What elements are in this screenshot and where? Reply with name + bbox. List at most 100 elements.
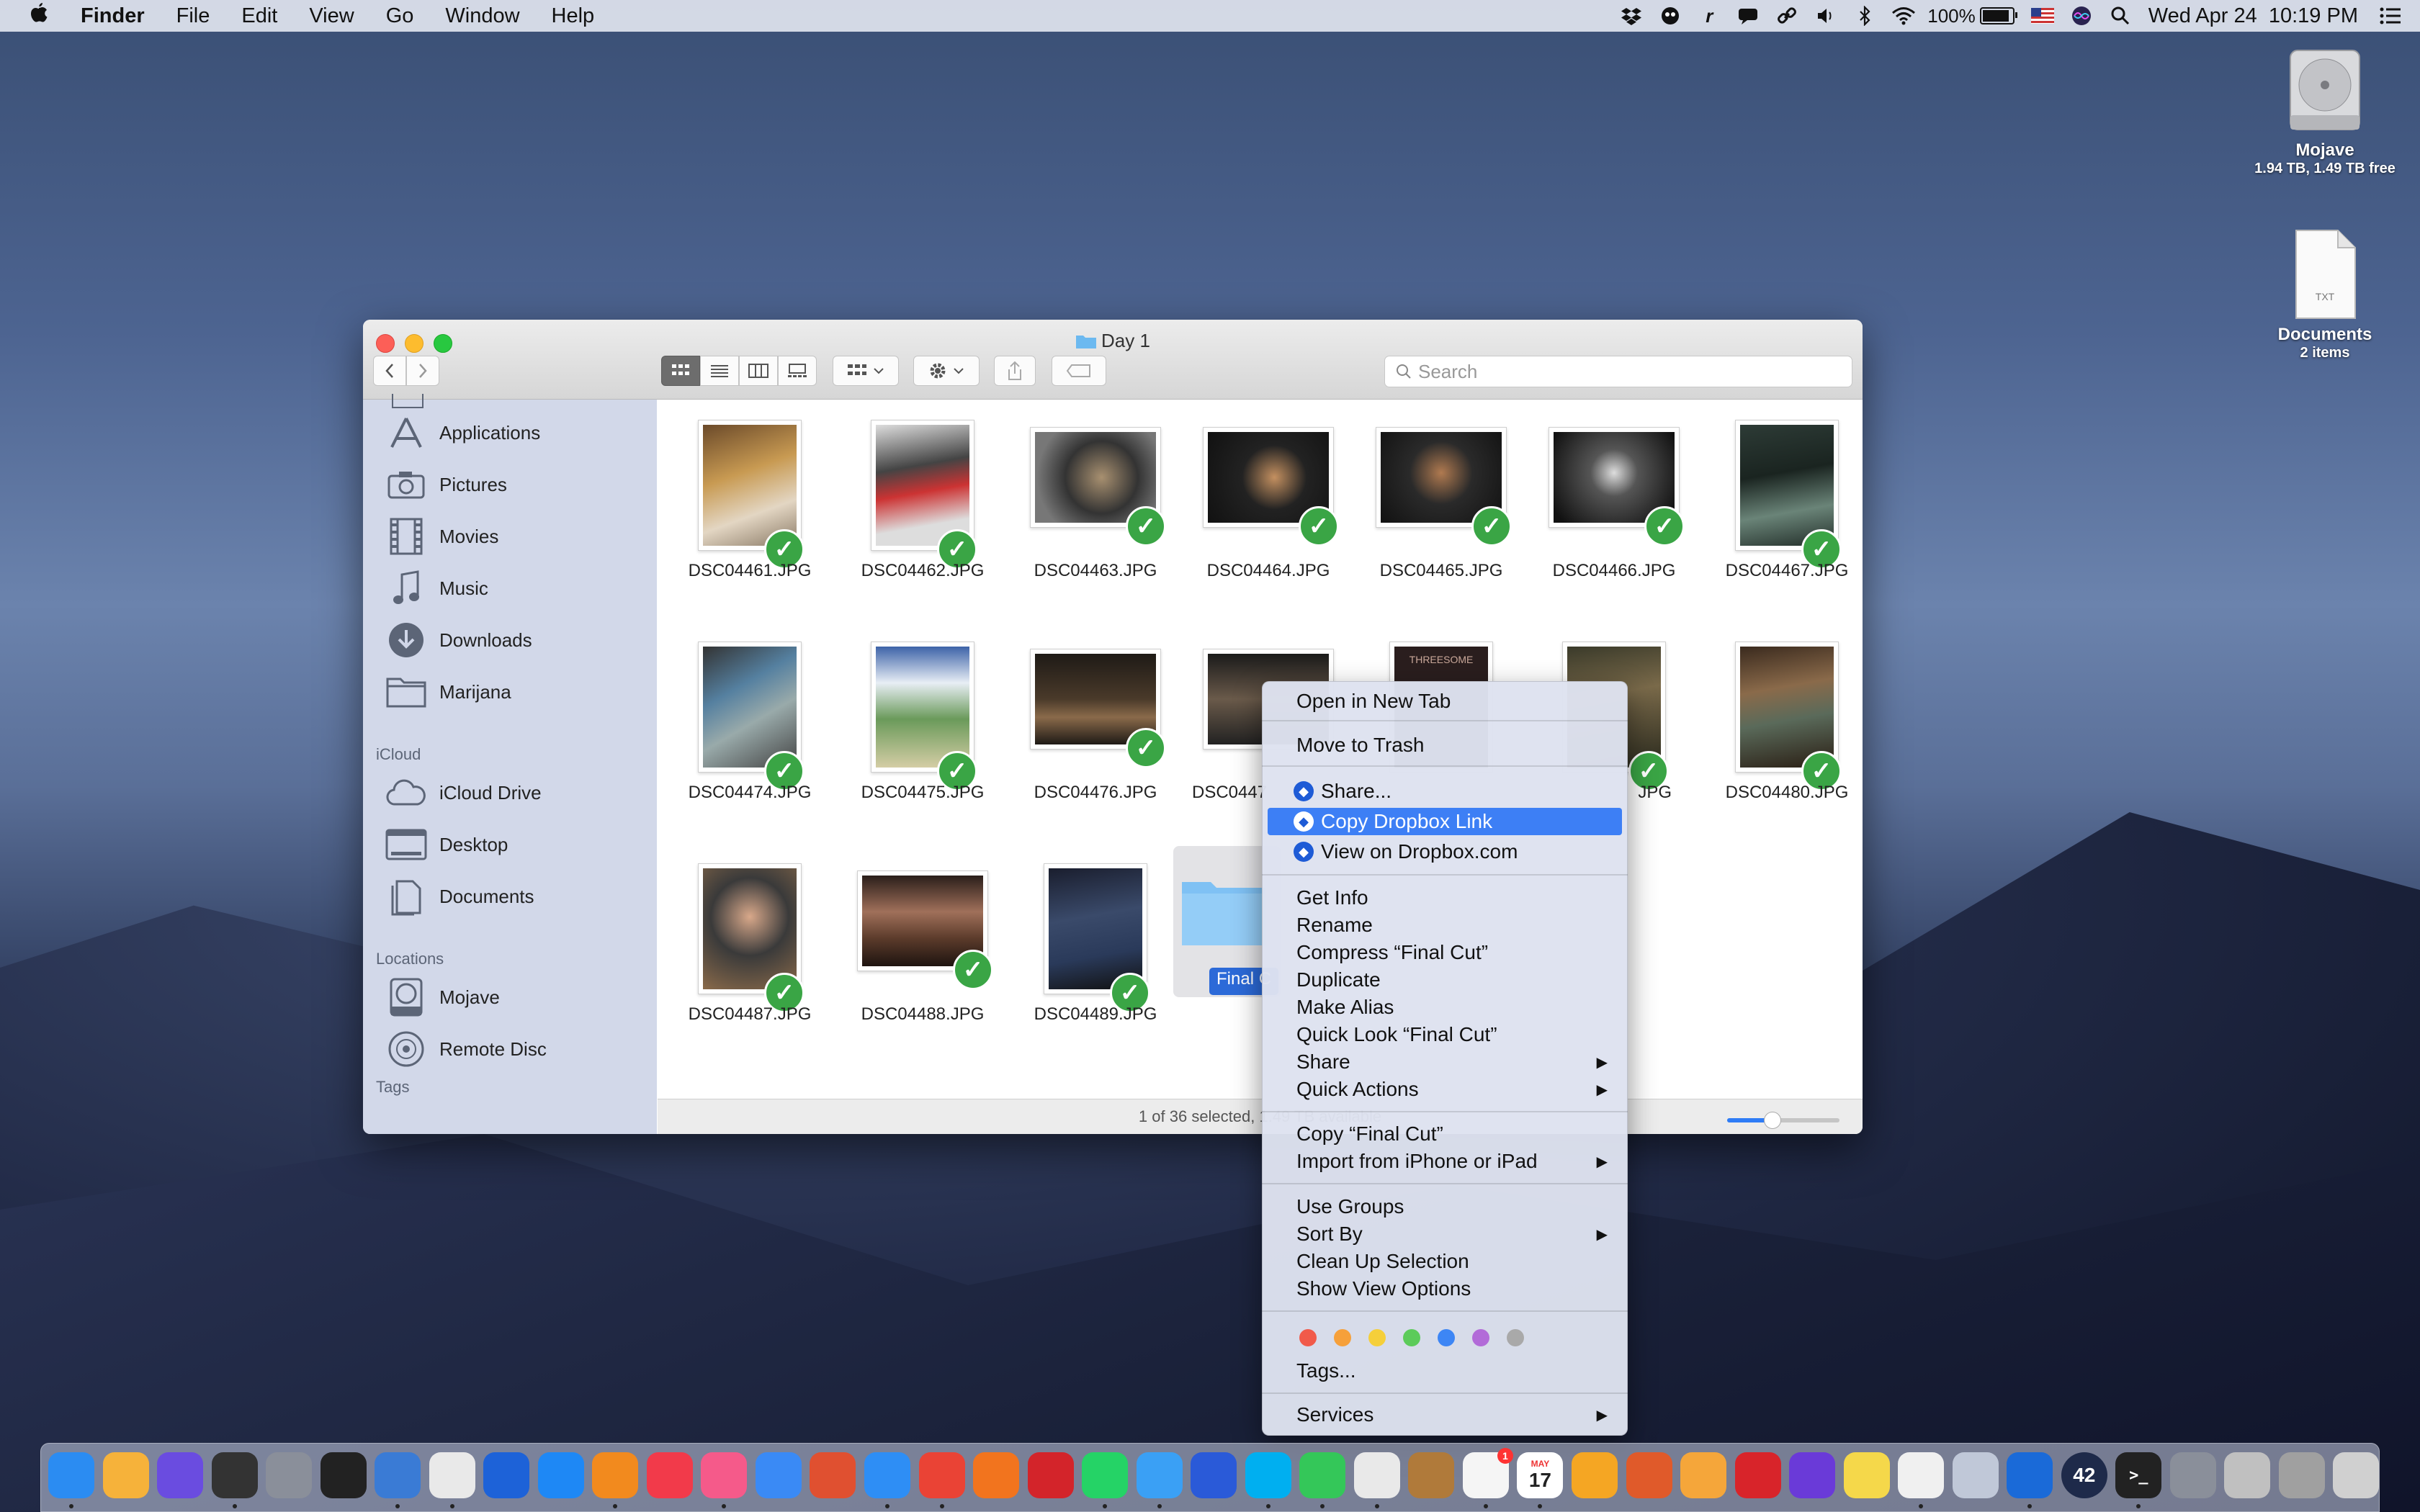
alien-menu-icon[interactable] <box>1658 5 1682 27</box>
share-button[interactable] <box>994 356 1036 386</box>
activity-monitor-icon[interactable] <box>320 1452 367 1498</box>
menu-item-sort-by[interactable]: Sort By ▶ <box>1268 1220 1622 1248</box>
file-item[interactable]: ✓ DSC04475.JPG <box>836 627 1009 836</box>
tag-color-dot[interactable] <box>1299 1329 1317 1346</box>
notefile-icon[interactable] <box>1408 1452 1455 1498</box>
forward-button[interactable] <box>406 356 439 386</box>
notes-icon[interactable] <box>1843 1452 1890 1498</box>
siri-icon[interactable] <box>157 1452 204 1498</box>
sidebar-item-documents[interactable]: Documents <box>385 876 534 917</box>
icon-size-slider[interactable] <box>1727 1112 1839 1129</box>
sidebar-item-music[interactable]: Music <box>385 568 488 608</box>
bluetooth-icon[interactable] <box>1852 5 1877 27</box>
notification-center-icon[interactable] <box>2378 5 2403 27</box>
preview-icon[interactable] <box>429 1452 475 1498</box>
testflight-icon[interactable] <box>755 1452 802 1498</box>
slack-icon[interactable] <box>1353 1452 1400 1498</box>
file-grid[interactable]: ✓ DSC04461.JPG ✓ DSC04462.JPG ✓ DSC04463… <box>658 400 1863 1099</box>
menu-item-quick-look[interactable]: Quick Look “Final Cut” <box>1268 1021 1622 1048</box>
file-item[interactable]: ✓ DSC04488.JPG <box>836 849 1009 1058</box>
finder-icon[interactable] <box>48 1452 94 1498</box>
menu-go[interactable]: Go <box>370 4 430 28</box>
column-view-button[interactable] <box>739 356 778 386</box>
pixelmator-icon[interactable] <box>1626 1452 1672 1498</box>
textedit-icon[interactable] <box>1898 1452 1945 1498</box>
menu-window[interactable]: Window <box>429 4 535 28</box>
tag-color-dot[interactable] <box>1403 1329 1420 1346</box>
dropbox-menu-icon[interactable] <box>1619 5 1644 27</box>
file-item[interactable]: ✓ DSC04476.JPG <box>1009 627 1182 836</box>
menu-item-duplicate[interactable]: Duplicate <box>1268 966 1622 994</box>
disk-utility-icon[interactable] <box>2224 1452 2271 1498</box>
app-42-icon[interactable]: 42 <box>2061 1452 2107 1498</box>
system-prefs-icon[interactable] <box>2169 1452 2216 1498</box>
volume-icon[interactable] <box>1814 5 1838 27</box>
search-field[interactable]: Search <box>1384 356 1852 387</box>
spotlight-icon[interactable] <box>2108 5 2133 27</box>
wifi-icon[interactable] <box>1891 5 1916 27</box>
terminal-icon[interactable]: >_ <box>2115 1452 2162 1498</box>
menu-item-services[interactable]: Services ▶ <box>1268 1401 1622 1428</box>
menu-item-use-groups[interactable]: Use Groups <box>1268 1193 1622 1220</box>
sidebar-item-icloud-drive[interactable]: iCloud Drive <box>385 773 542 813</box>
menu-item-clean-up-selection[interactable]: Clean Up Selection <box>1268 1248 1622 1275</box>
menu-item-make-alias[interactable]: Make Alias <box>1268 994 1622 1021</box>
menu-view[interactable]: View <box>293 4 369 28</box>
imovie-icon[interactable] <box>1789 1452 1836 1498</box>
group-by-button[interactable] <box>833 356 899 386</box>
maps-icon[interactable] <box>810 1452 856 1498</box>
safari-icon[interactable] <box>864 1452 911 1498</box>
menu-item-get-info[interactable]: Get Info <box>1268 884 1622 912</box>
tag-color-dot[interactable] <box>1368 1329 1386 1346</box>
gallery-view-button[interactable] <box>778 356 817 386</box>
menu-item-dropbox-share[interactable]: ◆ Share... <box>1268 778 1622 805</box>
sidebar-item-marijana[interactable]: Marijana <box>385 672 511 712</box>
app-store-icon[interactable] <box>537 1452 584 1498</box>
tag-color-dot[interactable] <box>1472 1329 1489 1346</box>
opera-icon[interactable] <box>1027 1452 1074 1498</box>
file-item[interactable]: ✓ DSC04489.JPG <box>1009 849 1182 1058</box>
launchpad-icon[interactable] <box>266 1452 313 1498</box>
menu-item-rename[interactable]: Rename <box>1268 912 1622 939</box>
tag-color-dot[interactable] <box>1334 1329 1351 1346</box>
menu-item-move-to-trash[interactable]: Move to Trash <box>1268 732 1622 759</box>
sidebar-item-applications[interactable]: Applications <box>385 413 540 453</box>
archive-icon[interactable] <box>2278 1452 2325 1498</box>
menu-item-share[interactable]: Share ▶ <box>1268 1048 1622 1076</box>
menu-item-view-on-dropbox[interactable]: ◆ View on Dropbox.com <box>1268 838 1622 865</box>
tags-button[interactable] <box>1052 356 1106 386</box>
tweetbot-icon[interactable] <box>1191 1452 1237 1498</box>
file-item[interactable]: ✓ DSC04463.JPG <box>1009 405 1182 614</box>
books-icon[interactable] <box>592 1452 639 1498</box>
sidebar-item-pictures[interactable]: Pictures <box>385 464 507 505</box>
menu-app-finder[interactable]: Finder <box>65 4 161 28</box>
link-menu-icon[interactable] <box>1775 5 1799 27</box>
menu-item-copy-dropbox-link[interactable]: ◆ Copy Dropbox Link <box>1268 808 1622 835</box>
back-button[interactable] <box>373 356 406 386</box>
tag-color-dot[interactable] <box>1438 1329 1455 1346</box>
sidebar-item-mojave[interactable]: Mojave <box>385 977 500 1017</box>
flag-us-icon[interactable] <box>2030 5 2055 27</box>
window-titlebar[interactable]: Day 1 Search <box>363 320 1863 400</box>
messages-icon[interactable] <box>1136 1452 1183 1498</box>
battery-icon[interactable] <box>1979 7 2017 24</box>
file-item[interactable]: ✓ DSC04480.JPG <box>1700 627 1863 836</box>
sidebar-item-remote-disc[interactable]: Remote Disc <box>385 1029 547 1069</box>
menu-item-tags[interactable]: Tags... <box>1268 1357 1622 1385</box>
desktop-disk-mojave[interactable]: Mojave 1.94 TB, 1.49 TB free <box>2253 43 2397 177</box>
file-item[interactable]: ✓ DSC04466.JPG <box>1528 405 1700 614</box>
action-menu-button[interactable] <box>913 356 980 386</box>
screenshot-icon[interactable] <box>1952 1452 1999 1498</box>
trash-icon[interactable] <box>2333 1452 2380 1498</box>
file-item[interactable]: ✓ DSC04462.JPG <box>836 405 1009 614</box>
file-item[interactable]: ✓ DSC04474.JPG <box>663 627 836 836</box>
calendar-icon[interactable]: MAY 17 <box>1517 1452 1564 1498</box>
sidebar-item-desktop[interactable]: Desktop <box>385 824 508 865</box>
home-icon[interactable] <box>102 1452 149 1498</box>
itunes-icon[interactable] <box>701 1452 748 1498</box>
menu-item-open-new-tab[interactable]: Open in New Tab <box>1268 688 1622 715</box>
file-item[interactable]: ✓ DSC04487.JPG <box>663 849 836 1058</box>
desktop-documents[interactable]: TXT Documents 2 items <box>2253 228 2397 361</box>
whatsapp-icon[interactable] <box>1082 1452 1129 1498</box>
dropbox-icon[interactable] <box>483 1452 530 1498</box>
